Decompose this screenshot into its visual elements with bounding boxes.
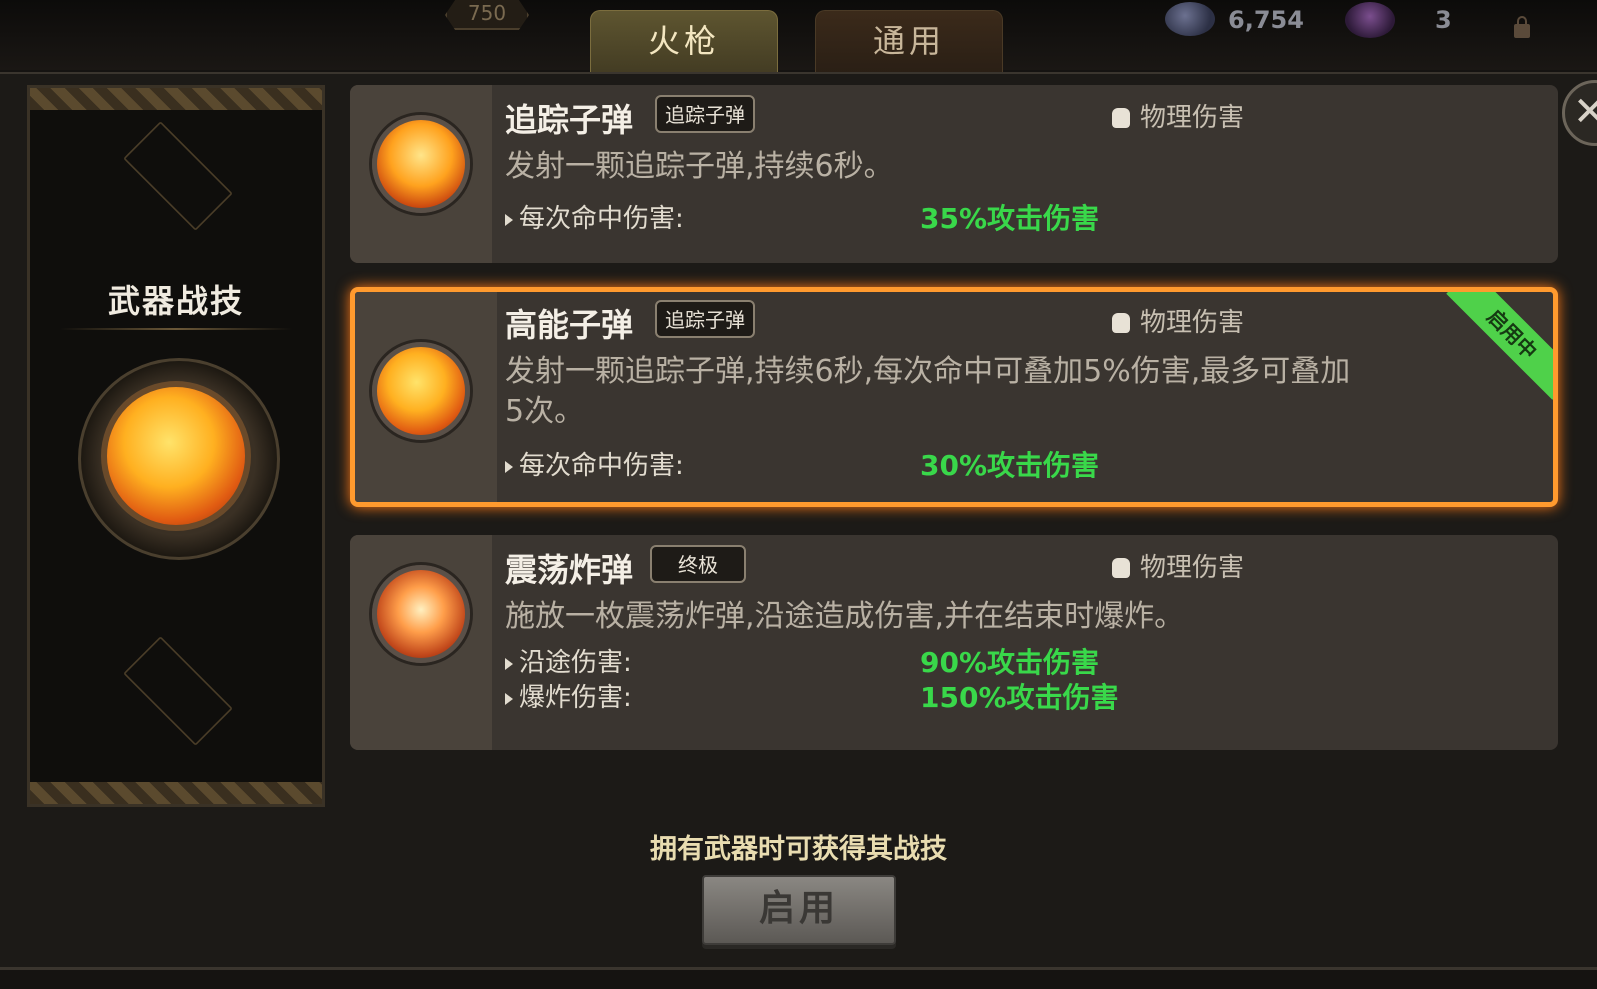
stat-row: 每次命中伤害: 30%攻击伤害: [505, 450, 1099, 482]
damage-type: 物理伤害: [1112, 97, 1244, 134]
enable-button[interactable]: 启用: [702, 875, 896, 945]
skill-card-high-energy-bullet[interactable]: 高能子弹 追踪子弹 物理伤害 发射一颗追踪子弹,持续6秒,每次命中可叠加5%伤害…: [350, 287, 1558, 507]
homing-bullet-icon: [372, 115, 470, 213]
skill-card-shock-bomb[interactable]: 震荡炸弹 终极 物理伤害 施放一枚震荡炸弹,沿途造成伤害,并在结束时爆炸。 沿途…: [350, 535, 1558, 750]
divider: [60, 328, 292, 330]
gem-count: 3: [1435, 6, 1452, 34]
tab-general[interactable]: 通用: [815, 10, 1003, 73]
skill-card-homing-bullet[interactable]: 追踪子弹 追踪子弹 物理伤害 发射一颗追踪子弹,持续6秒。 每次命中伤害: 35…: [350, 85, 1558, 263]
damage-type: 物理伤害: [1112, 302, 1244, 339]
stat-row: 沿途伤害: 90%攻击伤害: [505, 647, 1099, 679]
flaming-bullets-icon: [101, 381, 251, 531]
lock-icon: [1514, 16, 1530, 38]
weapon-panel: 武器战技: [27, 85, 325, 807]
gem-icon: [1345, 2, 1395, 38]
top-bar: 750 火枪 通用 6,754 3: [0, 0, 1597, 73]
skill-tag: 追踪子弹: [655, 300, 755, 338]
active-ribbon: 启用中: [1446, 292, 1553, 400]
level-badge: 750: [445, 0, 529, 30]
triangle-icon: [505, 214, 513, 226]
hint-text: 拥有武器时可获得其战技: [650, 834, 947, 865]
skill-name: 追踪子弹: [505, 101, 634, 139]
ornament-top: [123, 121, 233, 231]
skill-tag: 终极: [650, 545, 746, 583]
fist-icon: [1112, 108, 1130, 128]
stat-value: 35%攻击伤害: [920, 202, 1100, 235]
skill-description: 发射一颗追踪子弹,持续6秒。: [505, 149, 894, 184]
weapon-panel-title: 武器战技: [107, 282, 244, 320]
stat-row: 爆炸伤害: 150%攻击伤害: [505, 682, 1119, 714]
skill-tag: 追踪子弹: [655, 95, 755, 133]
stat-row: 每次命中伤害: 35%攻击伤害: [505, 203, 1099, 235]
triangle-icon: [505, 658, 513, 670]
triangle-icon: [505, 461, 513, 473]
skill-description: 施放一枚震荡炸弹,沿途造成伤害,并在结束时爆炸。: [505, 599, 1185, 634]
skill-name: 震荡炸弹: [505, 551, 634, 589]
triangle-icon: [505, 693, 513, 705]
tab-musket[interactable]: 火枪: [590, 10, 778, 73]
coin-count: 6,754: [1228, 6, 1304, 34]
weapon-emblem: [78, 358, 280, 560]
coin-icon: [1165, 2, 1215, 36]
skill-description: 发射一颗追踪子弹,持续6秒,每次命中可叠加5%伤害,最多可叠加5次。: [505, 354, 1351, 429]
stat-value: 90%攻击伤害: [920, 646, 1100, 679]
stat-value: 30%攻击伤害: [920, 449, 1100, 482]
ornament-bottom: [123, 636, 233, 746]
damage-type: 物理伤害: [1112, 547, 1244, 584]
fist-icon: [1112, 558, 1130, 578]
high-energy-bullet-icon: [372, 342, 470, 440]
panel-band-top: [30, 88, 322, 110]
close-icon: ✕: [1573, 89, 1597, 135]
shock-bomb-icon: [372, 565, 470, 663]
panel-band-bottom: [30, 782, 322, 804]
fist-icon: [1112, 313, 1130, 333]
stat-value: 150%攻击伤害: [920, 681, 1119, 714]
skill-name: 高能子弹: [505, 306, 634, 344]
